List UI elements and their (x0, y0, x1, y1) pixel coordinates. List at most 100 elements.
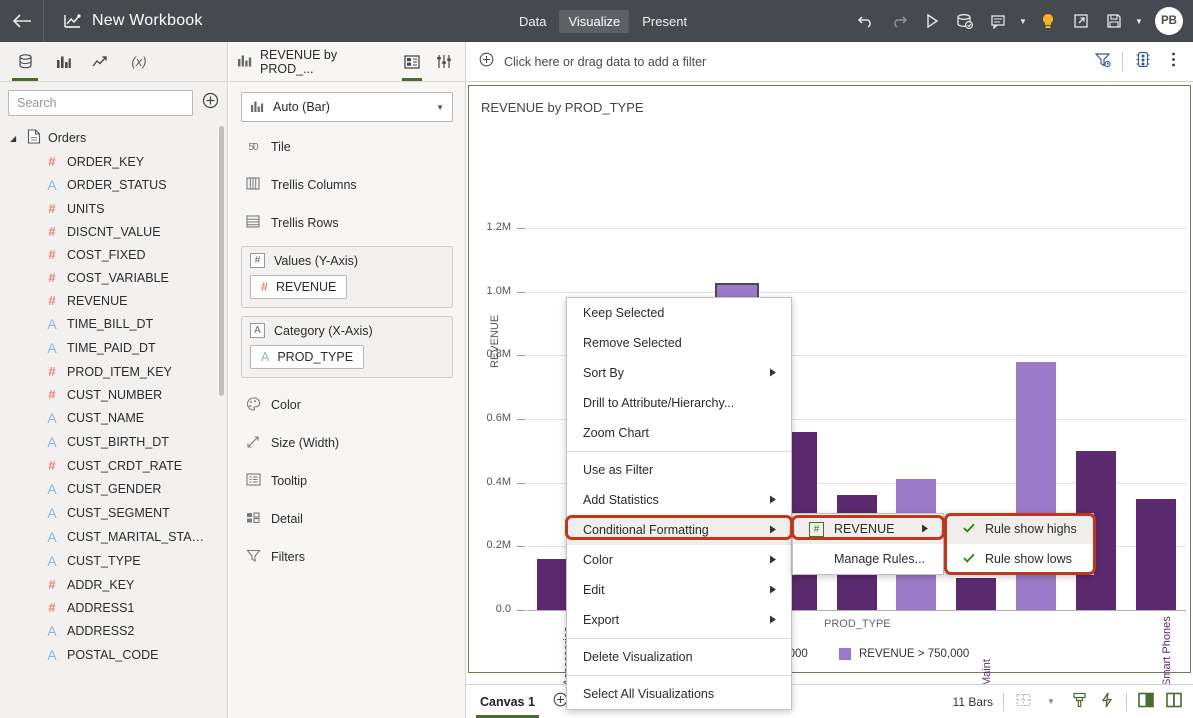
shelf-tile[interactable]: 5̄0 Tile (241, 128, 453, 166)
context-menu-item[interactable]: Export (567, 605, 791, 635)
avatar[interactable]: PB (1155, 7, 1183, 35)
field-item[interactable]: # COST_VARIABLE (0, 266, 227, 289)
legend-entry-high[interactable]: REVENUE > 750,000 (839, 648, 969, 660)
add-dataset-icon[interactable] (201, 92, 219, 114)
submenu-item[interactable]: # REVENUE (793, 514, 943, 544)
analytics-tab[interactable] (84, 43, 118, 81)
field-item[interactable]: # ADDRESS1 (0, 596, 227, 619)
field-item[interactable]: A POSTAL_CODE (0, 643, 227, 667)
context-menu-item[interactable]: Conditional Formatting (567, 515, 791, 545)
panel-right-icon[interactable] (1137, 692, 1155, 711)
field-item[interactable]: A CUST_MARITAL_STA… (0, 525, 227, 549)
field-item[interactable]: # COST_FIXED (0, 243, 227, 266)
save-caret-icon[interactable]: ▼ (1132, 6, 1146, 36)
back-arrow-icon[interactable] (0, 0, 44, 42)
calculations-tab[interactable]: (x) (122, 43, 156, 81)
field-item[interactable]: # CUST_NUMBER (0, 383, 227, 406)
expand-triangle-icon[interactable]: ◢ (10, 134, 20, 143)
field-item[interactable]: # UNITS (0, 197, 227, 220)
rule-menu-item[interactable]: Rule show highs (947, 514, 1093, 544)
chevron-down-icon[interactable]: ▼ (436, 103, 444, 112)
field-item[interactable]: A CUST_NAME (0, 406, 227, 430)
context-menu-item[interactable]: Edit (567, 575, 791, 605)
field-item[interactable]: # CUST_CRDT_RATE (0, 454, 227, 477)
chip-prod-type[interactable]: A PROD_TYPE (250, 345, 365, 369)
context-menu-item[interactable]: Sort By (567, 358, 791, 388)
shelf-color[interactable]: Color (241, 386, 453, 424)
field-item[interactable]: A CUST_GENDER (0, 477, 227, 501)
context-menu-item[interactable]: Select All Visualizations (567, 679, 791, 709)
save-icon[interactable] (1099, 6, 1129, 36)
bar[interactable] (1136, 498, 1177, 610)
chart-type-select[interactable]: Auto (Bar) ▼ (241, 92, 453, 122)
dataset-node[interactable]: ◢ Orders (0, 126, 227, 150)
tab-visualize[interactable]: Visualize (559, 9, 630, 33)
insights-icon[interactable] (1033, 6, 1063, 36)
context-menu-item[interactable]: Add Statistics (567, 485, 791, 515)
shelf-values-y-axis[interactable]: # Values (Y-Axis) # REVENUE (241, 246, 453, 308)
context-menu-item[interactable]: Drill to Attribute/Hierarchy... (567, 388, 791, 418)
revenue-rules-submenu[interactable]: Rule show highs Rule show lows (946, 513, 1094, 575)
traffic-light-icon[interactable] (1133, 51, 1153, 72)
submenu-item[interactable]: Manage Rules... (793, 544, 943, 574)
field-item[interactable]: A TIME_BILL_DT (0, 312, 227, 336)
grid-caret-icon[interactable]: ▼ (1042, 697, 1060, 706)
paint-icon[interactable] (1070, 692, 1088, 711)
field-item[interactable]: # DISCNT_VALUE (0, 220, 227, 243)
comments-icon[interactable] (983, 6, 1013, 36)
conditional-formatting-submenu[interactable]: # REVENUE Manage Rules... (792, 513, 944, 575)
context-menu-item[interactable]: Remove Selected (567, 328, 791, 358)
canvas-tab-1[interactable]: Canvas 1 (476, 685, 539, 718)
field-item[interactable]: # PROD_ITEM_KEY (0, 360, 227, 383)
field-item[interactable]: A ORDER_STATUS (0, 173, 227, 197)
plus-circle-icon[interactable] (476, 52, 496, 71)
refresh-data-icon[interactable] (950, 6, 980, 36)
shelf-trellis-rows[interactable]: Trellis Rows (241, 204, 453, 242)
shelf-filters[interactable]: Filters (241, 538, 453, 576)
context-menu-item[interactable]: Keep Selected (567, 298, 791, 328)
properties-panel-icon[interactable] (431, 43, 457, 81)
panel-both-icon[interactable] (1165, 692, 1183, 711)
chip-revenue[interactable]: # REVENUE (250, 275, 348, 299)
run-icon[interactable] (917, 6, 947, 36)
share-icon[interactable] (1066, 6, 1096, 36)
context-menu-item[interactable]: Zoom Chart (567, 418, 791, 448)
filter-funnel-icon[interactable] (1092, 52, 1112, 72)
field-item[interactable]: A CUST_BIRTH_DT (0, 430, 227, 454)
data-tab[interactable] (8, 43, 42, 81)
shelf-tooltip[interactable]: Tooltip (241, 462, 453, 500)
context-menu[interactable]: Keep Selected Remove Selected Sort By Drill… (566, 297, 792, 710)
shelf-category-x-axis[interactable]: A Category (X-Axis) A PROD_TYPE (241, 316, 453, 378)
data-panel-scrollbar[interactable] (219, 126, 224, 396)
field-item[interactable]: A CUST_SEGMENT (0, 501, 227, 525)
comments-caret-icon[interactable]: ▼ (1016, 6, 1030, 36)
grid-layout-icon[interactable] (1014, 693, 1032, 710)
redo-icon[interactable] (884, 6, 914, 36)
field-item[interactable]: A TIME_PAID_DT (0, 336, 227, 360)
field-item[interactable]: A ADDRESS2 (0, 619, 227, 643)
visualizations-tab[interactable] (46, 43, 80, 81)
shelf-size-width[interactable]: Size (Width) (241, 424, 453, 462)
context-menu-item[interactable]: Color (567, 545, 791, 575)
flash-icon[interactable] (1098, 692, 1116, 711)
field-item[interactable]: # ORDER_KEY (0, 150, 227, 173)
search-input[interactable] (8, 90, 193, 116)
tab-present[interactable]: Present (633, 10, 696, 33)
rule-menu-item[interactable]: Rule show lows (947, 544, 1093, 574)
tab-data[interactable]: Data (510, 10, 555, 33)
field-item[interactable]: # ADDR_KEY (0, 573, 227, 596)
field-item[interactable]: # REVENUE (0, 289, 227, 312)
shelf-detail[interactable]: Detail (241, 500, 453, 538)
bar[interactable] (956, 578, 997, 610)
undo-icon[interactable] (851, 6, 881, 36)
attribute-icon: A (47, 505, 57, 521)
context-menu-item[interactable]: Use as Filter (567, 455, 791, 485)
attribute-a-icon: A (261, 350, 270, 364)
field-item[interactable]: A CUST_TYPE (0, 549, 227, 573)
context-menu-item[interactable]: Delete Visualization (567, 642, 791, 672)
shelf-trellis-columns[interactable]: Trellis Columns (241, 166, 453, 204)
grammar-panel-icon[interactable] (399, 43, 425, 81)
filter-bar[interactable]: Click here or drag data to add a filter (466, 42, 1193, 82)
more-vertical-icon[interactable] (1163, 51, 1183, 72)
field-label: CUST_TYPE (67, 554, 141, 568)
